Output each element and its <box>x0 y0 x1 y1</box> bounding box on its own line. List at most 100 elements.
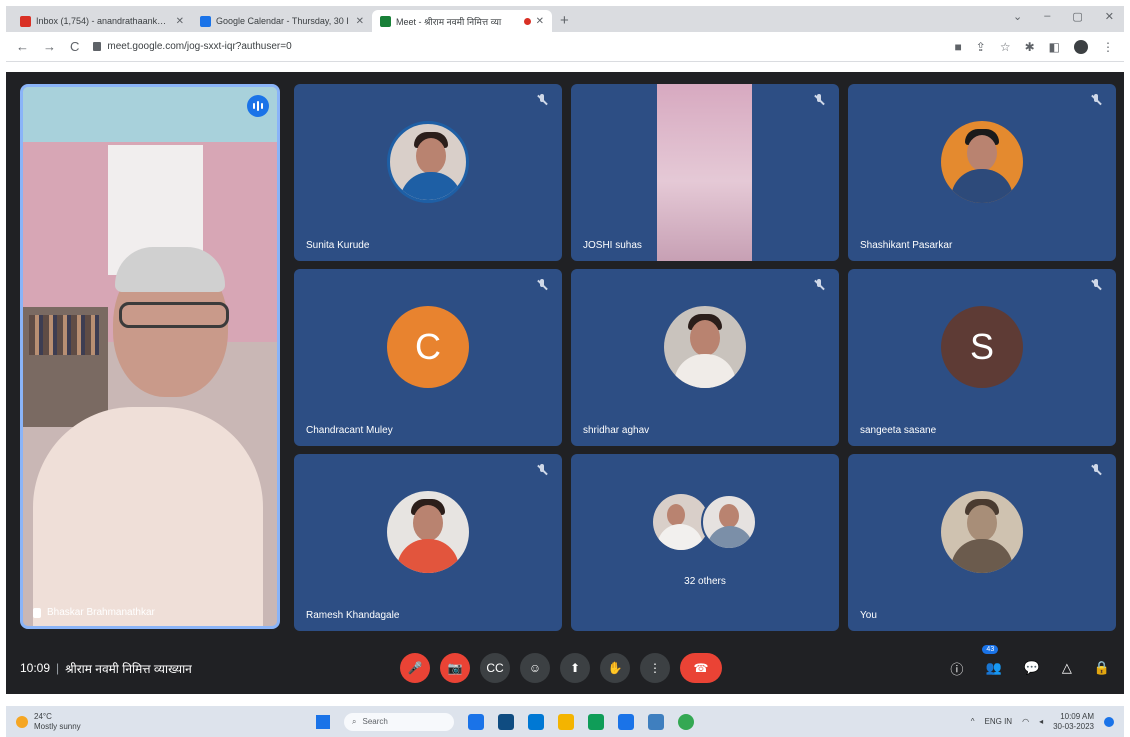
tab-gmail[interactable]: Inbox (1,754) - anandrathaankar@ ✕ <box>12 10 192 32</box>
chrome-icon[interactable] <box>678 713 694 730</box>
back-button[interactable]: ← <box>16 39 29 54</box>
tab-search-icon[interactable]: ⌄ <box>1013 10 1022 23</box>
participant-tile[interactable]: S sangeeta sasane <box>848 269 1116 446</box>
participant-tile[interactable]: C Chandracant Muley <box>294 269 562 446</box>
leave-call-button[interactable]: ☎ <box>680 653 722 683</box>
share-icon[interactable]: ⇪ <box>976 40 986 54</box>
app-icon[interactable] <box>648 713 664 730</box>
avatar-body <box>400 171 462 200</box>
mic-off-icon <box>1090 279 1102 291</box>
clock-date: 30-03-2023 <box>1053 721 1094 731</box>
tab-meet[interactable]: Meet - श्रीराम नवमी निमित्त व्या ✕ <box>372 10 552 32</box>
camera-icon[interactable]: ■ <box>955 40 962 54</box>
avatar-body <box>707 526 753 548</box>
wifi-icon[interactable]: ◠ <box>1022 717 1029 726</box>
participant-tile[interactable]: shridhar aghav <box>571 269 839 446</box>
participant-tile[interactable]: JOSHI suhas <box>571 84 839 261</box>
app-icon[interactable] <box>618 713 634 730</box>
speaker-hair <box>115 247 225 292</box>
avatar <box>941 490 1023 573</box>
avatar-face <box>967 134 997 171</box>
background-ceiling <box>23 87 277 142</box>
others-tile[interactable]: 32 others <box>571 454 839 631</box>
participant-tile[interactable]: Ramesh Khandagale <box>294 454 562 631</box>
participant-tile[interactable]: Shashikant Pasarkar <box>848 84 1116 261</box>
mic-toggle-button[interactable]: 🎤 <box>400 653 430 683</box>
tab-label: Meet - श्रीराम नवमी निमित्त व्या <box>396 16 502 27</box>
speaker-glasses <box>119 302 229 328</box>
self-tile[interactable]: You <box>848 454 1116 631</box>
url-field[interactable]: meet.google.com/jog-sxxt-iqr?authuser=0 <box>93 41 940 52</box>
calendar-icon <box>200 15 211 27</box>
bookmark-star-icon[interactable]: ☆ <box>1000 40 1011 54</box>
window-controls: ⌄ – ▢ ✕ <box>1003 10 1124 29</box>
meeting-time: 10:09 <box>20 661 51 675</box>
participant-name: Sunita Kurude <box>306 240 370 251</box>
tab-label: Google Calendar - Thursday, 30 I <box>216 16 349 26</box>
host-controls-button[interactable]: 🔒 <box>1094 660 1110 676</box>
taskbar-clock[interactable]: 10:09 AM 30-03-2023 <box>1053 712 1094 732</box>
weather-desc: Mostly sunny <box>34 721 81 731</box>
raise-hand-button[interactable]: ✋ <box>600 653 630 683</box>
maximize-button[interactable]: ▢ <box>1072 10 1082 23</box>
app-icon[interactable] <box>468 713 484 730</box>
app-icon[interactable] <box>528 713 544 730</box>
meet-icon <box>380 15 391 27</box>
avatar-body <box>397 538 459 573</box>
windows-start-icon[interactable] <box>316 714 330 729</box>
os-taskbar: 24°C Mostly sunny ⌕ Search ^ ENG IN ◠ ◂ … <box>6 706 1124 737</box>
minimize-button[interactable]: – <box>1044 10 1050 23</box>
side-controls: ⓘ 👥 43 💬 △ 🔒 <box>950 644 1110 678</box>
avatar-body <box>674 353 736 388</box>
avatar-letter: C <box>415 325 441 367</box>
present-button[interactable]: ⬆ <box>560 653 590 683</box>
meeting-details-button[interactable]: ⓘ <box>950 659 963 678</box>
chat-button[interactable]: 💬 <box>1024 660 1040 676</box>
forward-button[interactable]: → <box>43 39 56 54</box>
mic-off-icon <box>813 279 825 291</box>
participant-tile[interactable]: Sunita Kurude <box>294 84 562 261</box>
volume-icon[interactable]: ◂ <box>1039 717 1043 726</box>
chevron-up-icon[interactable]: ^ <box>971 717 975 726</box>
close-icon[interactable]: ✕ <box>536 16 544 27</box>
participant-name: Ramesh Khandagale <box>306 610 400 621</box>
people-button[interactable]: 👥 <box>985 660 1001 676</box>
avatar-letter: S <box>969 325 994 367</box>
menu-icon[interactable]: ⋮ <box>1102 40 1114 54</box>
extensions-icon[interactable]: ✱ <box>1025 40 1035 54</box>
language-indicator[interactable]: ENG IN <box>985 717 1013 726</box>
captions-button[interactable]: CC <box>480 653 510 683</box>
reload-button[interactable]: C <box>70 39 79 54</box>
weather-widget[interactable]: 24°C Mostly sunny <box>16 712 316 732</box>
separator: | <box>56 661 60 675</box>
mic-off-icon <box>1090 464 1102 476</box>
recording-indicator-icon <box>523 17 531 25</box>
folder-icon[interactable] <box>558 713 574 730</box>
speaker-name: Bhaskar Brahmanathkar <box>33 607 155 618</box>
app-icon[interactable] <box>498 713 514 730</box>
close-icon[interactable]: ✕ <box>356 16 364 27</box>
clock-time: 10:09 AM <box>1060 711 1094 721</box>
sidepanel-icon[interactable]: ◧ <box>1049 40 1060 54</box>
mic-off-icon <box>536 94 548 106</box>
tab-calendar[interactable]: Google Calendar - Thursday, 30 I ✕ <box>192 10 372 32</box>
active-speaker-tile[interactable]: Bhaskar Brahmanathkar <box>20 84 280 629</box>
activities-button[interactable]: △ <box>1062 660 1072 676</box>
taskbar-apps: ⌕ Search <box>316 712 694 731</box>
reactions-button[interactable]: ☺ <box>520 653 550 683</box>
close-icon[interactable]: ✕ <box>176 16 184 27</box>
profile-avatar[interactable] <box>1074 39 1088 54</box>
close-window-button[interactable]: ✕ <box>1105 10 1114 23</box>
participant-name: shridhar aghav <box>583 425 650 436</box>
avatar-face <box>690 319 720 356</box>
meeting-info: 10:09 | श्रीराम नवमी निमित्त व्याख्यान <box>20 660 400 677</box>
new-tab-button[interactable]: + <box>552 12 577 32</box>
app-icon[interactable] <box>588 713 604 730</box>
participant-name: Shashikant Pasarkar <box>860 240 953 251</box>
notification-icon[interactable] <box>1104 716 1114 727</box>
camera-toggle-button[interactable]: 📷 <box>440 653 470 683</box>
more-options-button[interactable]: ⋮ <box>640 653 670 683</box>
system-tray: ^ ENG IN ◠ ◂ 10:09 AM 30-03-2023 <box>971 712 1114 732</box>
taskbar-search[interactable]: ⌕ Search <box>344 712 454 731</box>
browser-tab-bar: Inbox (1,754) - anandrathaankar@ ✕ Googl… <box>6 6 1124 32</box>
